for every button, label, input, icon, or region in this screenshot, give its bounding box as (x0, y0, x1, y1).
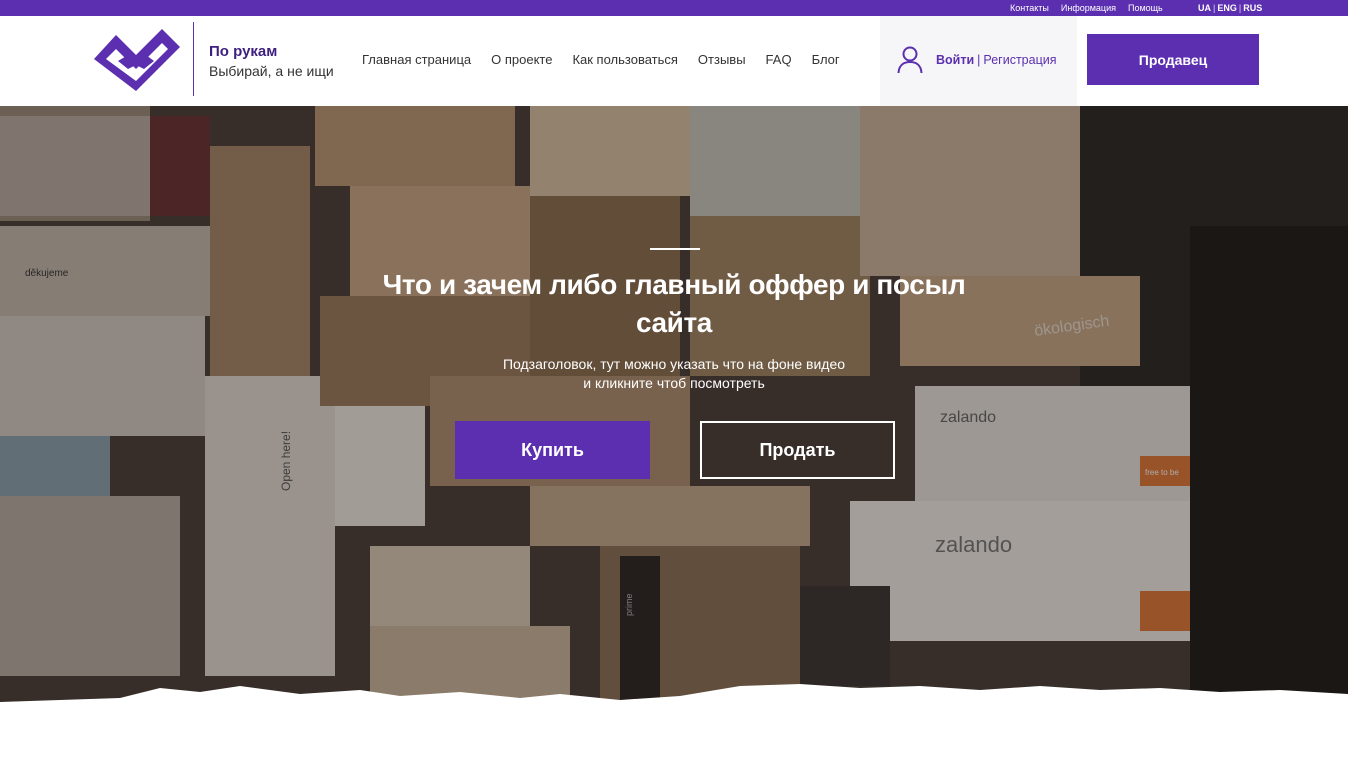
register-link[interactable]: Регистрация (983, 53, 1056, 67)
lang-ua[interactable]: UA (1198, 3, 1211, 13)
torn-paper-edge (0, 684, 1348, 706)
login-link[interactable]: Войти (936, 53, 974, 67)
brand-divider (193, 22, 194, 96)
user-icon[interactable] (897, 46, 923, 74)
nav-item-about[interactable]: О проекте (491, 52, 552, 67)
lang-separator: | (1238, 3, 1242, 13)
utility-link-contacts[interactable]: Контакты (1010, 3, 1049, 13)
hero-subtitle-line2: и кликните чтоб посмотреть (583, 375, 765, 391)
lang-separator: | (1213, 3, 1216, 13)
site-header: По рукам Выбирай, а не ищи Главная стран… (0, 16, 1348, 106)
hero-title: Что и зачем либо главный оффер и посыл с… (382, 269, 966, 338)
nav-item-home[interactable]: Главная страница (362, 52, 471, 67)
hero-subtitle: Подзаголовок, тут можно указать что на ф… (424, 355, 924, 393)
brand-slogan: Выбирай, а не ищи (209, 63, 334, 79)
hero-accent-line (650, 248, 700, 250)
utility-links: Контакты Информация Помощь (1010, 3, 1163, 13)
top-utility-bar: Контакты Информация Помощь UA | ENG | RU… (0, 0, 1348, 16)
auth-separator: | (977, 53, 981, 67)
auth-box: Войти | Регистрация (880, 16, 1077, 106)
nav-item-how-to-use[interactable]: Как пользоваться (572, 52, 677, 67)
auth-links: Войти | Регистрация (936, 53, 1056, 67)
seller-button[interactable]: Продавец (1087, 34, 1259, 85)
nav-item-faq[interactable]: FAQ (766, 52, 792, 67)
lang-eng[interactable]: ENG (1217, 3, 1237, 13)
hero-overlay (0, 106, 1348, 706)
sell-button[interactable]: Продать (700, 421, 895, 479)
nav-item-reviews[interactable]: Отзывы (698, 52, 746, 67)
main-nav: Главная страница О проекте Как пользоват… (362, 52, 840, 67)
utility-link-help[interactable]: Помощь (1128, 3, 1163, 13)
lang-rus[interactable]: RUS (1243, 3, 1262, 13)
utility-link-info[interactable]: Информация (1061, 3, 1116, 13)
buy-button[interactable]: Купить (455, 421, 650, 479)
nav-item-blog[interactable]: Блог (812, 52, 840, 67)
language-switcher: UA | ENG | RUS (1198, 3, 1262, 13)
brand-name[interactable]: По рукам (209, 43, 277, 60)
handshake-check-icon[interactable] (88, 21, 184, 97)
hero-subtitle-line1: Подзаголовок, тут можно указать что на ф… (502, 356, 846, 372)
hero-section: zalando zalando ökologisch Open here! fr… (0, 106, 1348, 706)
